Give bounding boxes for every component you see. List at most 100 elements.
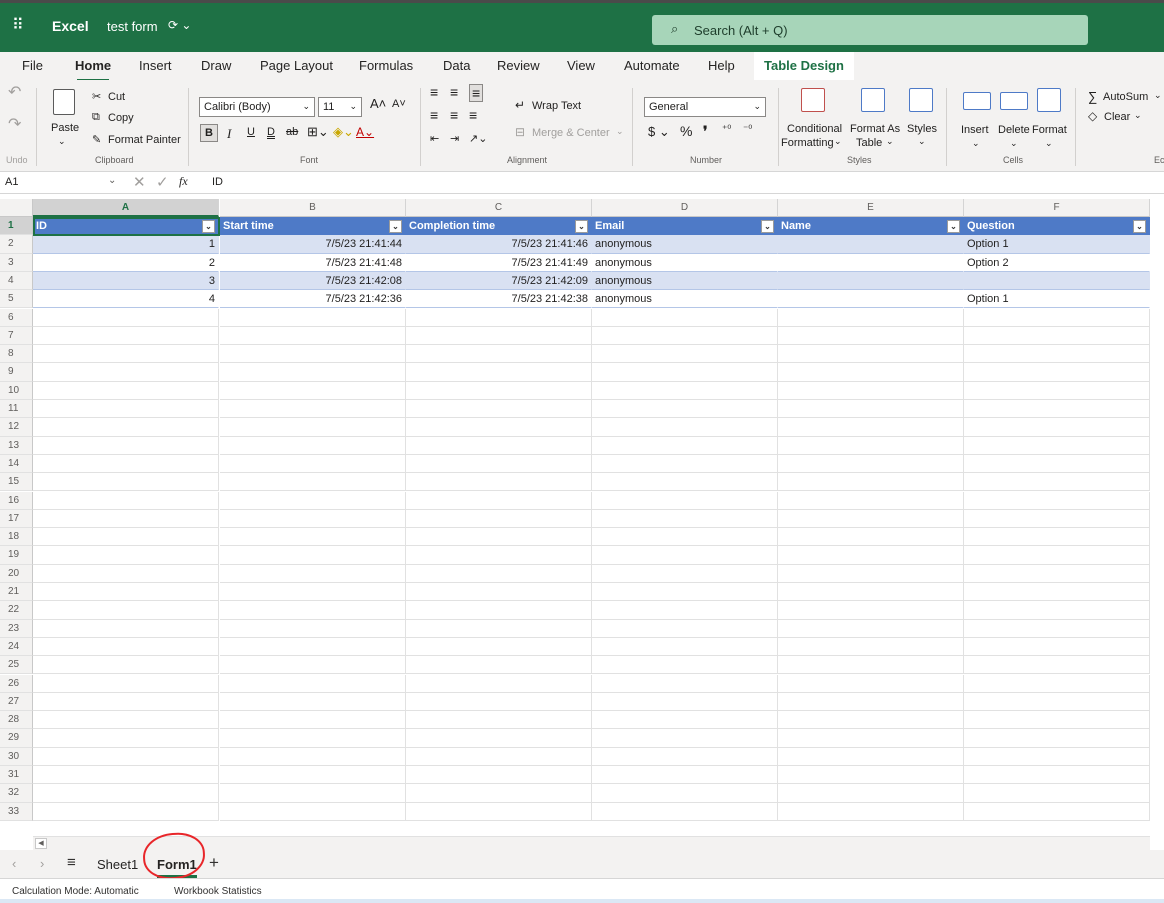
format-as-table-label[interactable]: Table xyxy=(856,137,882,149)
grid-cell[interactable] xyxy=(778,345,964,364)
decrease-font-size-icon[interactable]: A˅ xyxy=(392,98,406,110)
wrap-text-button[interactable]: Wrap Text xyxy=(532,100,581,112)
table-cell[interactable]: Option 2 xyxy=(964,253,1150,272)
grid-cell[interactable] xyxy=(220,509,406,529)
tab-view[interactable]: View xyxy=(567,58,595,73)
grid-cell[interactable] xyxy=(778,729,964,748)
table-cell[interactable]: 7/5/23 21:41:49 xyxy=(406,253,592,272)
styles-button[interactable]: Styles xyxy=(907,123,937,135)
grid-cell[interactable] xyxy=(964,326,1150,346)
tab-page-layout[interactable]: Page Layout xyxy=(260,58,333,73)
grid-cell[interactable] xyxy=(406,766,592,785)
grid-cell[interactable] xyxy=(592,400,778,419)
grid-cell[interactable] xyxy=(220,473,406,492)
chevron-down-icon[interactable]: ⌄ xyxy=(1010,138,1018,149)
cell-styles-icon[interactable] xyxy=(909,88,933,112)
grid-cell[interactable] xyxy=(33,473,219,492)
decrease-decimal-icon[interactable]: ⁻⁰ xyxy=(743,124,752,135)
grid-cell[interactable] xyxy=(33,601,219,620)
table-cell[interactable]: 7/5/23 21:42:36 xyxy=(220,290,406,309)
select-all-corner[interactable] xyxy=(0,199,33,217)
chevron-down-icon[interactable]: ⌄ xyxy=(886,136,894,147)
row-header[interactable]: 8 xyxy=(0,345,33,364)
grid-cell[interactable] xyxy=(592,583,778,602)
chevron-down-icon[interactable]: ⌄ xyxy=(918,136,926,147)
chevron-down-icon[interactable]: ⌄ xyxy=(1045,138,1053,149)
decrease-indent-icon[interactable]: ⇤ xyxy=(430,132,439,145)
grid-cell[interactable] xyxy=(778,711,964,730)
grid-cell[interactable] xyxy=(406,747,592,766)
grid-cell[interactable] xyxy=(964,436,1150,455)
row-header[interactable]: 28 xyxy=(0,711,33,730)
row-header[interactable]: 9 xyxy=(0,363,33,382)
strikethrough-icon[interactable]: ab xyxy=(286,126,298,138)
table-cell[interactable]: Option 1 xyxy=(964,235,1150,254)
row-header[interactable]: 24 xyxy=(0,637,33,657)
paste-dropdown-icon[interactable]: ⌄ xyxy=(58,136,66,147)
row-header[interactable]: 1 xyxy=(0,217,33,236)
grid-cell[interactable] xyxy=(220,381,406,400)
tab-formulas[interactable]: Formulas xyxy=(359,58,413,73)
search-box[interactable]: ⌕ Search (Alt + Q) xyxy=(652,15,1088,45)
grid-cell[interactable] xyxy=(406,381,592,400)
grid-cell[interactable] xyxy=(33,692,219,712)
grid-cell[interactable] xyxy=(592,509,778,529)
currency-icon[interactable]: $ ⌄ xyxy=(648,124,670,140)
column-header-e[interactable]: E xyxy=(778,199,964,217)
clear-button[interactable]: Clear xyxy=(1104,111,1130,123)
grid-cell[interactable] xyxy=(220,711,406,730)
grid-cell[interactable] xyxy=(592,436,778,455)
table-header-cell[interactable]: Name ⌄ xyxy=(778,217,964,236)
filter-dropdown-icon[interactable]: ⌄ xyxy=(389,220,402,233)
grid-cell[interactable] xyxy=(592,692,778,712)
align-right-icon[interactable]: ≡ xyxy=(469,107,477,123)
grid-cell[interactable] xyxy=(964,601,1150,620)
row-header[interactable]: 18 xyxy=(0,528,33,547)
copy-button[interactable]: Copy xyxy=(108,112,134,124)
grid-cell[interactable] xyxy=(964,711,1150,730)
grid-cell[interactable] xyxy=(778,436,964,455)
table-cell[interactable]: 4 xyxy=(33,290,219,309)
row-header[interactable]: 27 xyxy=(0,692,33,712)
insert-function-icon[interactable]: fx xyxy=(179,174,188,189)
clear-icon[interactable]: ◇ xyxy=(1088,109,1097,123)
grid-cell[interactable] xyxy=(220,674,406,693)
fill-color-icon[interactable]: ◈⌄ xyxy=(333,124,354,140)
grid-cell[interactable] xyxy=(220,363,406,382)
increase-decimal-icon[interactable]: ⁺⁰ xyxy=(722,124,731,135)
grid-cell[interactable] xyxy=(220,546,406,565)
grid-cell[interactable] xyxy=(592,326,778,346)
grid-cell[interactable] xyxy=(33,418,219,437)
format-as-table-icon[interactable] xyxy=(861,88,885,112)
all-sheets-menu-icon[interactable]: ≡ xyxy=(67,854,76,871)
row-header[interactable]: 13 xyxy=(0,436,33,455)
grid-cell[interactable] xyxy=(964,747,1150,766)
column-header-f[interactable]: F xyxy=(964,199,1150,217)
conditional-formatting-icon[interactable] xyxy=(801,88,825,112)
grid-cell[interactable] xyxy=(33,381,219,400)
grid-cell[interactable] xyxy=(592,546,778,565)
grid-cell[interactable] xyxy=(33,363,219,382)
grid-cell[interactable] xyxy=(778,400,964,419)
chevron-down-icon[interactable]: ⌄ xyxy=(972,138,980,149)
row-header[interactable]: 12 xyxy=(0,418,33,437)
font-size-combo[interactable]: 11 ⌄ xyxy=(318,97,362,117)
italic-icon[interactable]: I xyxy=(227,126,231,142)
font-name-combo[interactable]: Calibri (Body) ⌄ xyxy=(199,97,315,117)
grid-cell[interactable] xyxy=(406,601,592,620)
grid-cell[interactable] xyxy=(778,454,964,474)
grid-cell[interactable] xyxy=(406,674,592,693)
format-painter-button[interactable]: Format Painter xyxy=(108,134,181,146)
grid-cell[interactable] xyxy=(33,491,219,510)
table-header-cell[interactable]: Start time ⌄ xyxy=(220,217,406,236)
grid-cell[interactable] xyxy=(220,784,406,803)
align-middle-icon[interactable]: ≡ xyxy=(450,84,458,100)
row-header[interactable]: 29 xyxy=(0,729,33,748)
row-header[interactable]: 16 xyxy=(0,491,33,510)
autosum-icon[interactable]: ∑ xyxy=(1088,89,1097,104)
format-painter-icon[interactable]: ✎ xyxy=(92,133,101,146)
grid-cell[interactable] xyxy=(592,601,778,620)
grid-cell[interactable] xyxy=(964,418,1150,437)
grid-cell[interactable] xyxy=(778,601,964,620)
row-header[interactable]: 19 xyxy=(0,546,33,565)
